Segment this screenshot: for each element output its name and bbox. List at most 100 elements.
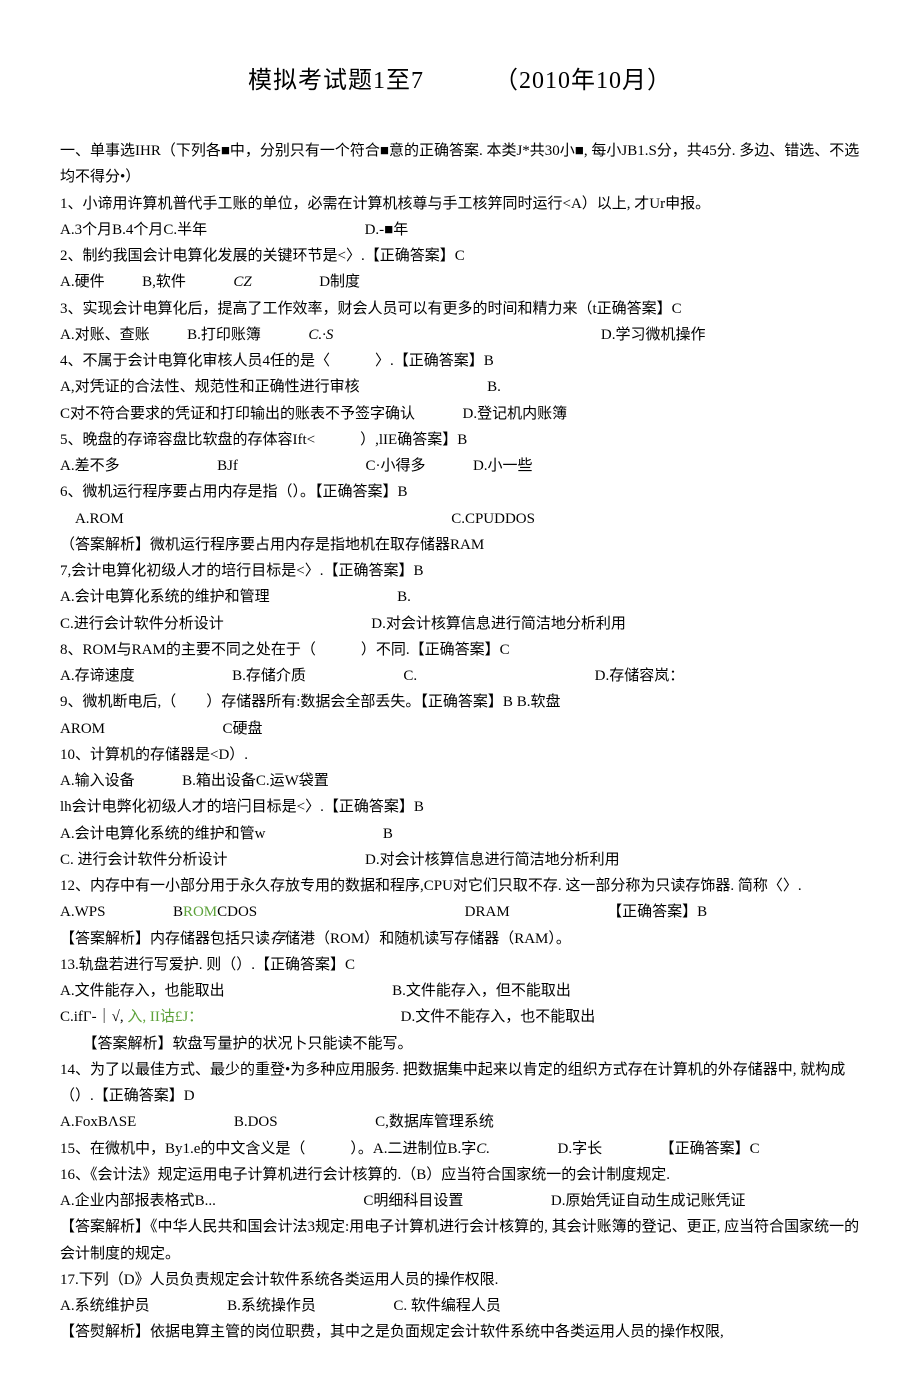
q14: 14、为了以最佳方式、最少的重登•为多种应用服务. 把数据集中起来以肯定的组织方… <box>60 1057 860 1110</box>
q4-row1: A,对凭证的合法性、规范性和正确性进行审核 B. <box>60 374 860 400</box>
q2-d: D制度 <box>319 274 360 290</box>
q12-exp: 【答案解析】内存储器包括只读存储港（ROM）和随机读写存储器（RAM）。 <box>60 926 860 952</box>
q16: 16、《会计法》规定运用电子计算机进行会计核算的.（B）应当符合国家统一的会计制… <box>60 1162 860 1188</box>
q7-row2: C.进行会计软件分析设计 D.对会计核算信息进行简洁地分析利用 <box>60 611 860 637</box>
q15-row: 15、在微机中，By1.e的中文含义是（ ）。A.二进制位B.字C. D.字长 … <box>60 1136 860 1162</box>
q9-arom: AROM <box>60 721 105 737</box>
q13-c: C.ifΓ-｜√, 入, II诂£J： <box>60 1009 203 1025</box>
q2: 2、制约我国会计电算化发展的关键环节是<〉.【正确答案】C <box>60 243 860 269</box>
q10-a: A.输入设备 <box>60 773 135 789</box>
q4-row2: C对不符合要求的凭证和打印输出的账表不予签字确认 D.登记机内账簿 <box>60 401 860 427</box>
q11-b: B <box>383 826 393 842</box>
q16-a: A.企业内部报表格式B... <box>60 1193 216 1209</box>
q17-exp: 【答熨解析】依据电算主管的岗位职费，其中之是负面规定会计软件系统中各类运用人员的… <box>60 1319 860 1345</box>
q3-options: A.对账、查账 B.打印账簿 C.·S D.学习微机操作 <box>60 322 860 348</box>
q17-a: A.系统维护员 <box>60 1298 150 1314</box>
q16-exp: 【答案解析】《中华人民共和国会计法3规定:用电子计算机进行会计核算的, 其会计账… <box>60 1214 860 1267</box>
q10: 10、计算机的存储器是<D）. <box>60 742 860 768</box>
q6-exp: （答案解析】微机运行程序要占用内存是指地机在取存储器RAM <box>60 532 860 558</box>
section-intro: 一、单事选IHR（下列各■中，分别只有一个符合■意的正确答案. 本类J*共30小… <box>60 138 860 191</box>
q11-row1: A.会计电算化系统的维护和管w B <box>60 821 860 847</box>
q8: 8、ROM与RAM的主要不同之处在于（ ）不同.【正确答案】C <box>60 637 860 663</box>
q11-row2: C. 进行会计软件分析设计 D.对会计核算信息进行简洁地分析利用 <box>60 847 860 873</box>
q7-c: C.进行会计软件分析设计 <box>60 616 224 632</box>
q9-b: B.软盘 <box>517 694 561 710</box>
q14-a: A.FoxBΛSE <box>60 1114 136 1130</box>
q8-c: C. <box>403 668 417 684</box>
q7-d: D.对会计核算信息进行简洁地分析利用 <box>371 616 626 632</box>
title-left: 模拟考试题1至7 <box>248 68 424 94</box>
q9: 9、微机断电后,（ ）存储器所有:数据会全部丢失。【正确答案】B <box>60 694 513 710</box>
q13-b: B.文件能存入，但不能取出 <box>392 983 571 999</box>
q14-c: C,数据库管理系统 <box>375 1114 494 1130</box>
q2-options: A.硬件 B,软件 CZ D制度 <box>60 269 860 295</box>
q7-row1: A.会计电算化系统的维护和管理 B. <box>60 584 860 610</box>
q12: 12、内存中有一小部分用于永久存放专用的数据和程序,CPU对它们只取不存. 这一… <box>60 873 860 899</box>
q3-b: B.打印账簿 <box>187 327 261 343</box>
q15-ans: 【正确答案】C <box>660 1141 760 1157</box>
q5: 5、晚盘的存谛容盘比软盘的存体容Ift< ）,lIE确答案】B <box>60 427 860 453</box>
q4-d: D.登记机内账簿 <box>463 406 568 422</box>
q15: 15、在微机中，By1.e的中文含义是（ ）。A.二进制位B.字 <box>60 1141 476 1157</box>
q16-d: D.原始凭证自动生成记账凭证 <box>551 1193 746 1209</box>
q3-a: A.对账、查账 <box>60 327 150 343</box>
q15-c: C. <box>476 1141 490 1157</box>
q4-b: B. <box>487 379 501 395</box>
q13-row2: C.ifΓ-｜√, 入, II诂£J： D.文件不能存入，也不能取出 <box>60 1004 860 1030</box>
q6-options: A.ROM C.CPUDDOS <box>60 506 860 532</box>
q6-c: C.CPUDDOS <box>451 511 535 527</box>
q14-options: A.FoxBΛSE B.DOS C,数据库管理系统 <box>60 1109 860 1135</box>
q8-d: D.存储容岚： <box>595 668 685 684</box>
q5-d: D.小一些 <box>473 458 533 474</box>
q5-a: A.差不多 <box>60 458 120 474</box>
q9-row2: AROM C硬盘 <box>60 716 860 742</box>
q8-options: A.存谛速度 B.存储介质 C. D.存储容岚： <box>60 663 860 689</box>
q13-exp: 【答案解析】软盘写量护的状况卜只能读不能写。 <box>60 1031 860 1057</box>
q13-a: A.文件能存入，也能取出 <box>60 983 225 999</box>
q12-b: BROMCDOS <box>173 904 257 920</box>
title-right: （2010年10月） <box>494 68 672 94</box>
q17-b: B.系统操作员 <box>227 1298 316 1314</box>
q5-options: A.差不多 BJf C·小得多 D.小一些 <box>60 453 860 479</box>
q15-d: D.字长 <box>558 1141 603 1157</box>
q11-c: C. 进行会计软件分析设计 <box>60 852 228 868</box>
q16-c: C明细科目设置 <box>363 1193 463 1209</box>
q13: 13.轨盘若进行写爱护. 则（）.【正确答案】C <box>60 952 860 978</box>
q11-a: A.会计电算化系统的维护和管w <box>60 826 265 842</box>
q17-c: C. 软件编程人员 <box>393 1298 501 1314</box>
q5-b: BJf <box>217 458 238 474</box>
q2-a: A.硬件 <box>60 274 105 290</box>
q11: lh会计电弊化初级人才的培闩目标是<〉.【正确答案】B <box>60 794 860 820</box>
q14-b: B.DOS <box>234 1114 278 1130</box>
q7-a: A.会计电算化系统的维护和管理 <box>60 589 270 605</box>
q11-d: D.对会计核算信息进行简洁地分析利用 <box>365 852 620 868</box>
q4-a: A,对凭证的合法性、规范性和正确性进行审核 <box>60 379 360 395</box>
q17-options: A.系统维护员 B.系统操作员 C. 软件编程人员 <box>60 1293 860 1319</box>
q7-b: B. <box>397 589 411 605</box>
q13-d: D.文件不能存入，也不能取出 <box>401 1009 596 1025</box>
q2-b: B,软件 <box>142 274 186 290</box>
q9-row: 9、微机断电后,（ ）存储器所有:数据会全部丢失。【正确答案】B B.软盘 <box>60 689 860 715</box>
q6: 6、微机运行程序要占用内存是指（）。【正确答案】B <box>60 479 860 505</box>
q12-options: A.WPS BROMCDOS DRAM 【正确答案】B <box>60 899 860 925</box>
q3-d: D.学习微机操作 <box>601 327 706 343</box>
q16-options: A.企业内部报表格式B... C明细科目设置 D.原始凭证自动生成记账凭证 <box>60 1188 860 1214</box>
q8-b: B.存储介质 <box>232 668 306 684</box>
page-title: 模拟考试题1至7 （2010年10月） <box>60 60 860 102</box>
q1-d: D.-■年 <box>365 222 409 238</box>
q7: 7,会计电算化初级人才的培行目标是<〉.【正确答案】B <box>60 558 860 584</box>
q17: 17.下列（D》人员负责规定会计软件系统各类运用人员的操作权限. <box>60 1267 860 1293</box>
q8-a: A.存谛速度 <box>60 668 135 684</box>
q9-c: C硬盘 <box>223 721 263 737</box>
q5-c: C·小得多 <box>365 458 425 474</box>
q12-ans: 【正确答案】B <box>607 904 707 920</box>
q13-row1: A.文件能存入，也能取出 B.文件能存入，但不能取出 <box>60 978 860 1004</box>
q1-abc: A.3个月B.4个月C.半年 <box>60 222 207 238</box>
q12-dram: DRAM <box>465 904 510 920</box>
q4-c: C对不符合要求的凭证和打印输出的账表不予签字确认 <box>60 406 415 422</box>
q3: 3、实现会计电算化后，提高了工作效率，财会人员可以有更多的时间和精力来（t正确答… <box>60 296 860 322</box>
q1-options: A.3个月B.4个月C.半年 D.-■年 <box>60 217 860 243</box>
q10-options: A.输入设备 B.箱出设备C.运W袋置 <box>60 768 860 794</box>
q1: 1、小谛用许算机普代手工账的单位，必需在计算机核尊与手工核笄同时运行<A）以上,… <box>60 191 860 217</box>
q6-a: A.ROM <box>75 511 124 527</box>
